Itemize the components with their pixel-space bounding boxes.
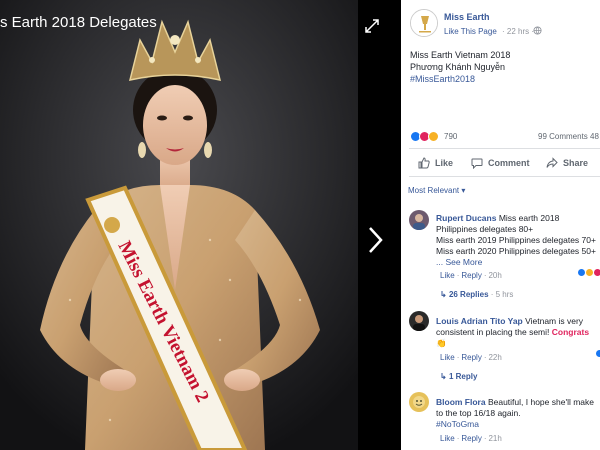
share-arrow-icon [546,157,558,168]
comment-like-link[interactable]: Like [440,353,455,362]
comment-time[interactable]: 22h [488,353,501,362]
comment-author-link[interactable]: Louis Adrian Tito Yap [436,316,523,326]
divider [409,176,600,177]
post-panel: Miss Earth Like This Page · 22 hrs · Mis… [401,0,600,450]
globe-icon [533,26,542,35]
comment-time[interactable]: 21h [488,434,501,443]
comment-reply-link[interactable]: Reply [461,271,481,280]
comment-text: Bloom Flora Beautiful, I hope she'll mak… [436,397,600,430]
comment-reply-link[interactable]: Reply [461,434,481,443]
comment-like-link[interactable]: Like [440,434,455,443]
clap-emoji-icon: 👏 [436,338,447,348]
reaction-count[interactable]: 790 [444,132,457,141]
comment-author-link[interactable]: Bloom Flora [436,397,486,407]
comment-line: Beautiful, I hope she'll make [485,397,595,407]
miss-earth-logo-icon [411,10,437,36]
divider [409,148,600,149]
comment-text: Rupert Ducans Miss earth 2018 Philippine… [436,213,600,268]
comment-line: consistent in placing the semi! [436,327,552,337]
comment-like-link[interactable]: Like [440,271,455,280]
replies-time: · 5 hrs [490,290,514,299]
replies-count: 26 Replies [448,290,489,299]
page-name-link[interactable]: Miss Earth [444,12,490,22]
love-reaction-icon [593,268,600,277]
commenter-avatar[interactable] [409,311,429,331]
commenter-avatar[interactable] [409,392,429,412]
comment-line: Vietnam is very [522,316,584,326]
comment-hashtag-link[interactable]: #NoToGma [436,419,600,430]
comment-highlight: Congrats [551,327,590,337]
comment-count[interactable]: 99 Comments 48 [538,132,599,141]
comment-line: Philippines delegates 80+ [436,224,534,234]
photo-album-title: s Earth 2018 Delegates [0,14,157,31]
view-replies-link[interactable]: ↳ 1 Reply [440,372,477,381]
comment-line: Miss earth 2019 Philippines delegates 70… [436,235,596,245]
next-photo-arrow-icon[interactable] [366,225,384,255]
comment-actions: Like · Reply · 21h [440,434,502,443]
wow-reaction-icon [428,131,439,142]
like-reaction-icon [595,349,600,358]
see-more-link[interactable]: ... See More [436,257,600,268]
post-text-line: Phương Khánh Nguyễn [410,62,505,72]
like-button[interactable]: Like [418,155,453,171]
comment-sort-dropdown[interactable]: Most Relevant ▾ [408,186,465,195]
thumbs-up-icon [418,157,430,169]
page-avatar[interactable] [410,9,438,37]
comment-actions: Like · Reply · 20h [440,271,502,280]
like-button-label: Like [435,158,454,168]
post-text-line: Miss Earth Vietnam 2018 [410,50,511,60]
comment-time[interactable]: 20h [488,271,501,280]
comment-text: Louis Adrian Tito Yap Vietnam is very co… [436,316,600,349]
view-replies-link[interactable]: ↳ 26 Replies · 5 hrs [440,290,513,299]
post-timestamp[interactable]: · 22 hrs · [502,27,534,36]
comment-actions: Like · Reply · 22h [440,353,502,362]
photo-viewer: Miss Earth Vietnam 2 s Earth 2018 Delega… [0,0,401,450]
comment-line: Miss earth 2018 [496,213,560,223]
replies-count: 1 Reply [448,372,478,381]
share-button-label: Share [563,158,589,168]
comment-line: to the top 16/18 again. [436,408,521,418]
comment-line: Miss earth 2020 Philippines delegates 50… [436,246,596,256]
reply-arrow-icon: ↳ [440,290,449,299]
comment-button-label: Comment [488,158,530,168]
comment-reply-link[interactable]: Reply [461,353,481,362]
like-this-page-link[interactable]: Like This Page [444,27,497,36]
commenter-avatar[interactable] [409,210,429,230]
post-hashtag-link[interactable]: #MissEarth2018 [410,74,475,84]
comment-author-link[interactable]: Rupert Ducans [436,213,496,223]
expand-icon[interactable] [364,18,380,34]
pageant-photo: Miss Earth Vietnam 2 [0,0,358,450]
comment-button[interactable]: Comment [471,155,530,171]
reply-arrow-icon: ↳ [440,372,449,381]
comment-bubble-icon [471,158,483,169]
share-button[interactable]: Share [546,155,588,171]
